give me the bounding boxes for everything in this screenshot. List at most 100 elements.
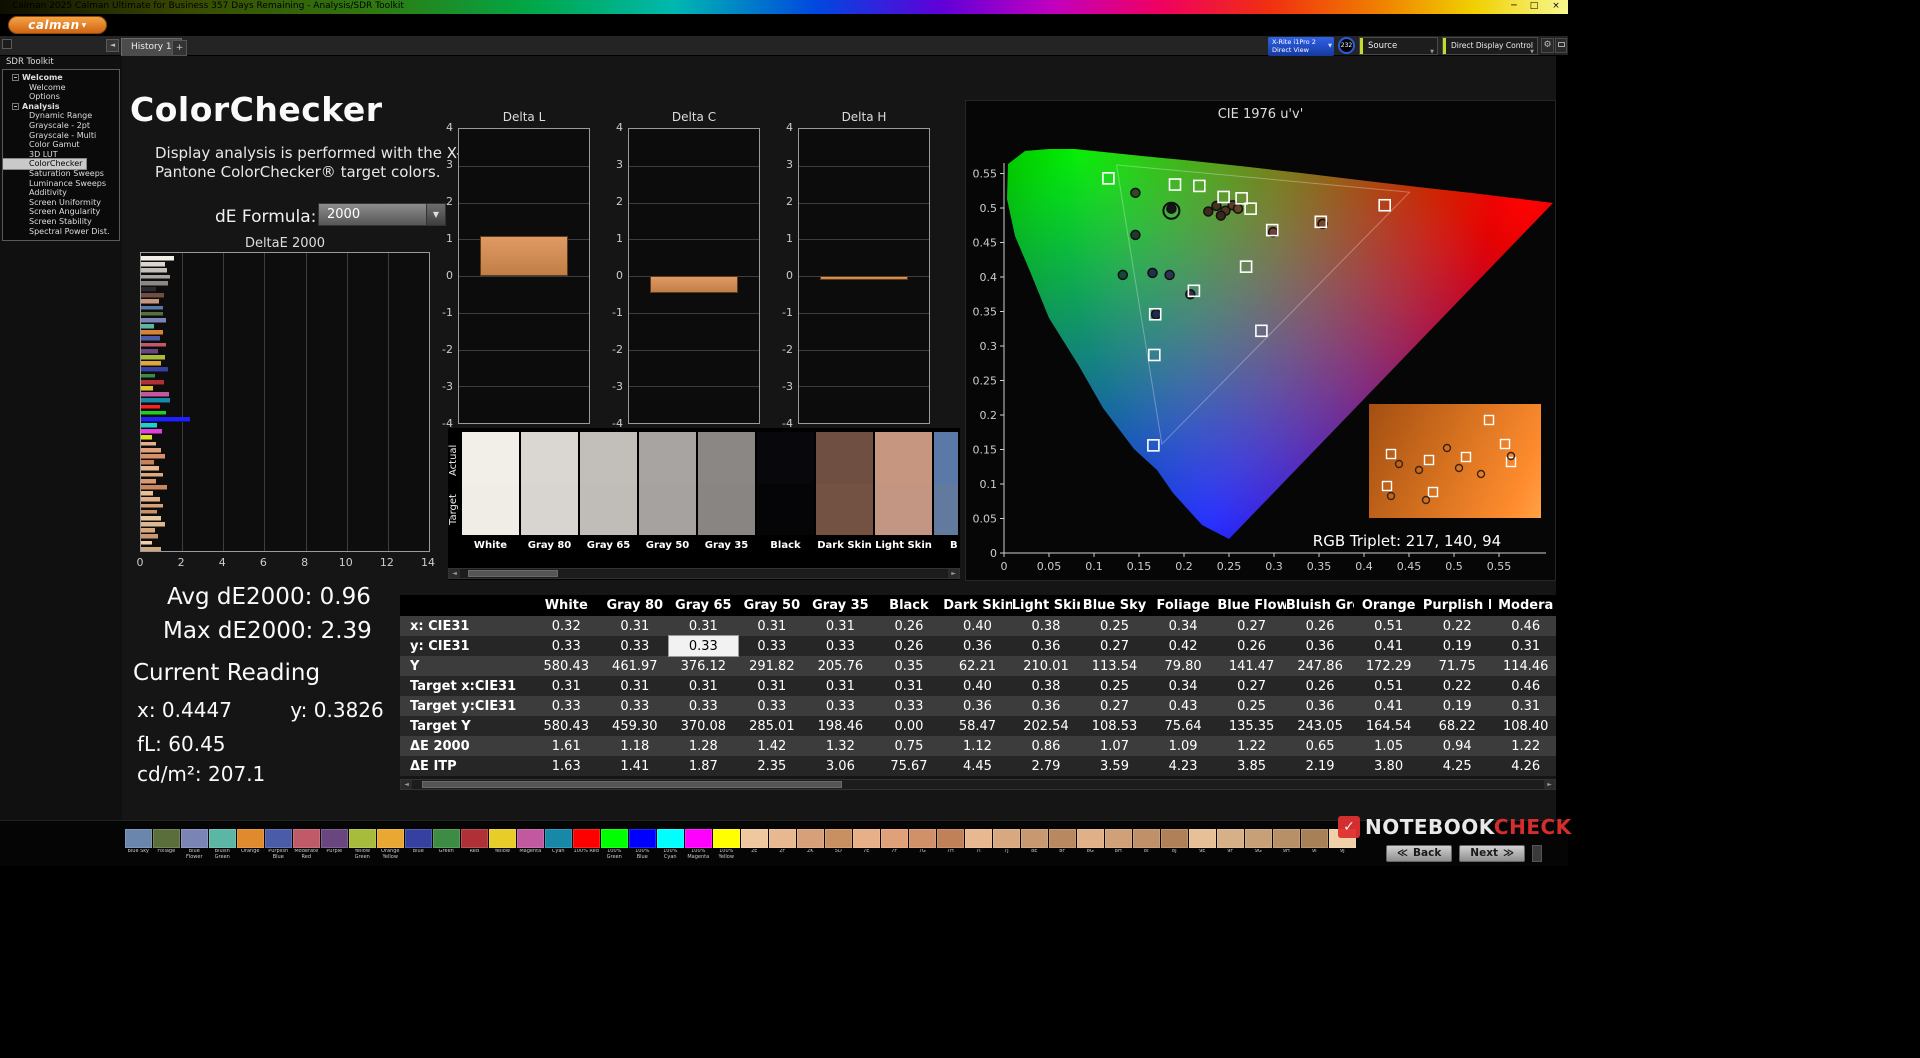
scroll-right-icon[interactable]: ► (948, 569, 959, 578)
calman-logo-button[interactable]: calman▼ (8, 16, 107, 34)
table-cell[interactable]: 0.38 (1012, 616, 1081, 636)
table-cell[interactable]: 210.01 (1012, 656, 1081, 676)
scroll-right-icon[interactable]: ► (1544, 780, 1555, 789)
sidebar-group-welcome[interactable]: Welcome (3, 73, 119, 83)
table-cell[interactable]: 580.43 (532, 656, 601, 676)
table-cell[interactable]: 0.31 (875, 676, 944, 696)
table-cell[interactable]: 0.25 (1080, 676, 1149, 696)
table-cell[interactable]: 285.01 (738, 716, 807, 736)
table-cell[interactable]: 108.53 (1080, 716, 1149, 736)
nav-end-button[interactable] (1532, 845, 1542, 862)
table-cell[interactable]: 113.54 (1080, 656, 1149, 676)
sidebar-item-screen-stability[interactable]: Screen Stability (3, 217, 119, 227)
table-cell[interactable]: 0.33 (669, 696, 738, 716)
table-cell[interactable]: 4.45 (943, 756, 1012, 776)
source-dropdown[interactable]: Source ▼ (1359, 37, 1438, 55)
maximize-icon[interactable]: □ (1526, 0, 1542, 13)
table-cell[interactable]: 0.41 (1354, 696, 1423, 716)
minimize-icon[interactable]: ─ (1506, 0, 1522, 13)
sidebar-item-grayscale-2pt[interactable]: Grayscale - 2pt (3, 121, 119, 131)
next-button[interactable]: Next ≫ (1459, 845, 1525, 862)
table-cell[interactable]: 172.29 (1354, 656, 1423, 676)
table-cell[interactable]: 108.40 (1491, 716, 1556, 736)
scroll-thumb[interactable] (422, 781, 842, 788)
table-cell[interactable]: 3.59 (1080, 756, 1149, 776)
sidebar-item-dynamic-range[interactable]: Dynamic Range (3, 111, 119, 121)
sidebar-item-options[interactable]: Options (3, 92, 119, 102)
table-cell[interactable]: 0.25 (1217, 696, 1286, 716)
table-cell[interactable]: 164.54 (1354, 716, 1423, 736)
table-cell[interactable]: 1.22 (1217, 736, 1286, 756)
table-cell[interactable]: 0.33 (601, 636, 670, 656)
table-cell[interactable]: 0.36 (943, 696, 1012, 716)
table-cell[interactable]: 0.75 (875, 736, 944, 756)
scroll-left-icon[interactable]: ◄ (449, 569, 460, 578)
display-control-dropdown[interactable]: Direct Display Control ▼ (1442, 37, 1538, 55)
table-cell[interactable]: 1.22 (1491, 736, 1556, 756)
scroll-thumb[interactable] (468, 570, 558, 577)
sidebar-item-screen-uniformity[interactable]: Screen Uniformity (3, 198, 119, 208)
table-cell[interactable]: 0.27 (1217, 676, 1286, 696)
sidebar-item-saturation-sweeps[interactable]: Saturation Sweeps (3, 169, 119, 179)
add-tab-button[interactable]: + (172, 40, 187, 56)
table-cell[interactable]: 0.33 (601, 696, 670, 716)
table-cell[interactable]: 198.46 (806, 716, 875, 736)
table-cell[interactable]: 0.19 (1423, 636, 1492, 656)
table-cell[interactable]: 1.05 (1354, 736, 1423, 756)
table-cell[interactable]: 0.36 (1286, 696, 1355, 716)
table-cell[interactable]: 0.40 (943, 616, 1012, 636)
table-cell[interactable]: 1.09 (1149, 736, 1218, 756)
table-cell[interactable]: 247.86 (1286, 656, 1355, 676)
table-cell[interactable]: 376.12 (669, 656, 738, 676)
table-cell[interactable]: 0.26 (875, 616, 944, 636)
sidebar-item-screen-angularity[interactable]: Screen Angularity (3, 207, 119, 217)
scroll-left-icon[interactable]: ◄ (401, 780, 412, 789)
table-cell[interactable]: 1.32 (806, 736, 875, 756)
swatch-scrollbar[interactable]: ◄ ► (448, 568, 960, 579)
table-cell[interactable]: 75.64 (1149, 716, 1218, 736)
table-cell[interactable]: 0.41 (1354, 636, 1423, 656)
table-cell[interactable]: 0.33 (738, 696, 807, 716)
table-cell[interactable]: 2.19 (1286, 756, 1355, 776)
table-cell[interactable]: 0.36 (1286, 636, 1355, 656)
table-cell[interactable]: 1.63 (532, 756, 601, 776)
table-cell[interactable]: 0.31 (601, 676, 670, 696)
sidebar-item-additivity[interactable]: Additivity (3, 188, 119, 198)
table-cell[interactable]: 0.22 (1423, 676, 1492, 696)
table-cell[interactable]: 1.18 (601, 736, 670, 756)
table-cell[interactable]: 0.33 (738, 636, 807, 656)
table-cell[interactable]: 4.25 (1423, 756, 1492, 776)
table-cell[interactable]: 75.67 (875, 756, 944, 776)
table-cell[interactable]: 0.31 (532, 676, 601, 696)
table-cell[interactable]: 2.79 (1012, 756, 1081, 776)
table-cell[interactable]: 580.43 (532, 716, 601, 736)
table-cell[interactable]: 0.26 (1286, 616, 1355, 636)
table-cell[interactable]: 0.31 (806, 676, 875, 696)
table-cell[interactable]: 0.31 (601, 616, 670, 636)
table-cell[interactable]: 71.75 (1423, 656, 1492, 676)
table-cell[interactable]: 0.31 (738, 616, 807, 636)
sidebar-item-colorchecker[interactable]: ColorChecker (3, 159, 86, 169)
table-cell[interactable]: 0.33 (532, 636, 601, 656)
table-cell[interactable]: 0.34 (1149, 676, 1218, 696)
table-cell[interactable]: 3.80 (1354, 756, 1423, 776)
table-cell[interactable]: 0.31 (1491, 636, 1556, 656)
table-cell[interactable]: 1.87 (669, 756, 738, 776)
table-cell[interactable]: 370.08 (669, 716, 738, 736)
sidebar-item-luminance-sweeps[interactable]: Luminance Sweeps (3, 179, 119, 189)
table-cell[interactable]: 0.31 (806, 616, 875, 636)
back-button[interactable]: ≪ Back (1386, 845, 1452, 862)
table-cell[interactable]: 0.36 (943, 636, 1012, 656)
table-cell[interactable]: 0.43 (1149, 696, 1218, 716)
table-cell[interactable]: 1.12 (943, 736, 1012, 756)
table-cell[interactable]: 0.35 (875, 656, 944, 676)
table-cell[interactable]: 243.05 (1286, 716, 1355, 736)
table-cell[interactable]: 291.82 (738, 656, 807, 676)
sidebar-item-grayscale-multi[interactable]: Grayscale - Multi (3, 131, 119, 141)
table-cell[interactable]: 3.85 (1217, 756, 1286, 776)
table-cell[interactable]: 4.23 (1149, 756, 1218, 776)
table-cell[interactable]: 0.86 (1012, 736, 1081, 756)
table-cell[interactable]: 0.27 (1080, 696, 1149, 716)
sidebar-item-spectral-power-dist[interactable]: Spectral Power Dist. (3, 227, 119, 237)
table-cell[interactable]: 0.51 (1354, 616, 1423, 636)
